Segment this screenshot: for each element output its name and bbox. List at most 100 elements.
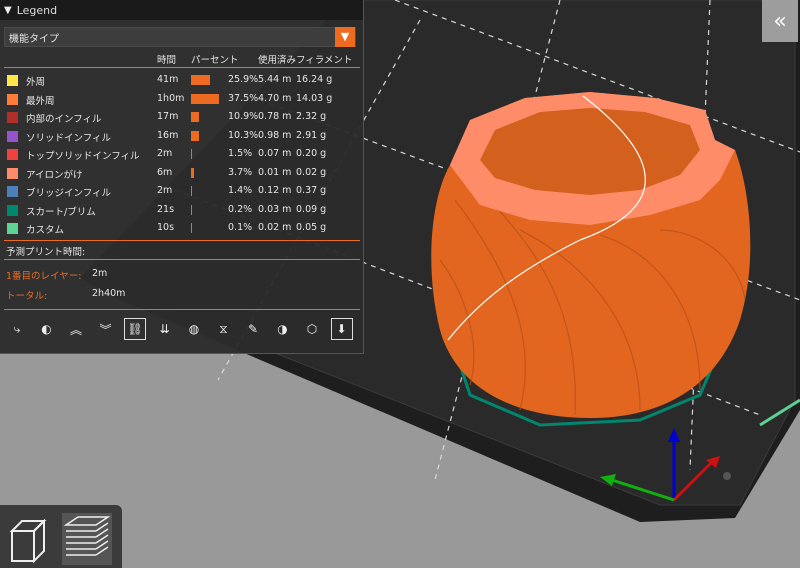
row-label: トップソリッドインフィル	[26, 151, 140, 162]
row-percent: 25.9%	[228, 74, 259, 85]
row-length: 4.70 m	[258, 92, 292, 104]
row-time: 21s	[157, 203, 175, 215]
row-time: 17m	[157, 111, 179, 122]
percent-bar	[191, 167, 194, 178]
tool-marker-icon[interactable]: ⬇	[330, 318, 353, 340]
row-length: 0.03 m	[258, 203, 292, 215]
row-label: カスタム	[26, 225, 65, 236]
header-divider	[4, 67, 360, 68]
row-label: ブリッジインフィル	[26, 188, 112, 199]
legend-row[interactable]: ブリッジインフィル 2m 1.4% 0.12 m 0.37 g	[0, 183, 363, 199]
legend-row[interactable]: カスタム 10s 0.1% 0.02 m 0.05 g	[0, 220, 363, 236]
row-time: 2m	[157, 148, 173, 159]
row-weight: 14.03 g	[296, 92, 333, 104]
legend-toolbar: ⤷ ◐ ︽ ︾ ⛓ ⇊ ◍ ⧖ ✎ ◑ ⬡ ⬇	[6, 318, 358, 344]
column-percent: パーセント	[191, 55, 239, 66]
row-weight: 0.02 g	[296, 166, 327, 178]
legend-title: Legend	[16, 3, 58, 17]
row-length: 0.98 m	[258, 129, 292, 141]
double-chevron-left-icon: «	[773, 8, 787, 34]
row-percent: 0.1%	[228, 222, 253, 233]
row-label: 外周	[26, 77, 46, 88]
percent-bar	[191, 204, 192, 215]
percent-bar	[191, 130, 199, 141]
row-time: 10s	[157, 222, 175, 233]
row-percent: 0.2%	[228, 203, 253, 215]
first-layer-value: 2m	[92, 268, 108, 279]
row-length: 0.02 m	[258, 222, 292, 233]
row-label: スカート/ブリム	[26, 206, 96, 218]
color-swatch	[7, 186, 18, 197]
legend-row[interactable]: アイロンがけ 6m 3.7% 0.01 m 0.02 g	[0, 165, 363, 181]
legend-row[interactable]: 内部のインフィル 17m 10.9% 0.78 m 2.32 g	[0, 109, 363, 125]
pause-icon[interactable]: ⧖	[213, 318, 235, 340]
percent-bar	[191, 223, 192, 233]
percent-bar	[191, 149, 193, 159]
color-swatch	[7, 223, 18, 234]
row-weight: 0.37 g	[296, 185, 327, 196]
estimate-title-divider	[4, 259, 360, 260]
shells-icon[interactable]: ⬡	[301, 318, 323, 340]
percent-bar	[191, 93, 219, 104]
center-of-gravity-icon[interactable]: ◑	[272, 318, 294, 340]
row-percent: 1.4%	[228, 185, 253, 196]
row-length: 0.07 m	[258, 148, 292, 159]
percent-bar	[191, 75, 211, 85]
wipe-icon[interactable]: ◐	[36, 318, 58, 340]
collapse-triangle-icon[interactable]: ▼	[4, 5, 12, 16]
row-length: 0.12 m	[258, 185, 292, 196]
chevron-down-icon[interactable]: ▼	[335, 27, 355, 47]
row-length: 5.44 m	[258, 74, 292, 85]
total-label: トータル:	[6, 291, 48, 302]
deretractions-icon[interactable]: ︾	[95, 318, 117, 340]
row-time: 6m	[157, 166, 173, 178]
row-weight: 2.91 g	[296, 129, 327, 141]
estimate-divider	[4, 240, 360, 241]
legend-header[interactable]: ▼ Legend	[0, 0, 363, 20]
layers-view-button[interactable]	[62, 513, 112, 565]
row-length: 0.01 m	[258, 166, 292, 178]
legend-row[interactable]: スカート/ブリム 21s 0.2% 0.03 m 0.09 g	[0, 202, 363, 218]
column-filament: 使用済みフィラメント	[258, 55, 353, 66]
custom-gcode-icon[interactable]: ✎	[242, 318, 264, 340]
legend-row[interactable]: 最外周 1h0m 37.5% 4.70 m 14.03 g	[0, 91, 363, 107]
row-label: 内部のインフィル	[26, 114, 102, 125]
color-swatch	[7, 149, 18, 160]
view-mode-buttons	[0, 505, 122, 568]
color-swatch	[7, 75, 18, 86]
retractions-icon[interactable]: ︽	[65, 318, 87, 340]
legend-panel: ▼ Legend 機能タイプ ▼ 時間 パーセント 使用済みフィラメント 外周 4…	[0, 0, 364, 354]
row-label: ソリッドインフィル	[26, 132, 112, 144]
row-weight: 0.20 g	[296, 148, 327, 159]
row-weight: 2.32 g	[296, 111, 327, 122]
bed-screw	[723, 472, 731, 480]
row-weight: 0.05 g	[296, 222, 327, 233]
row-percent: 3.7%	[228, 166, 253, 178]
row-time: 16m	[157, 129, 179, 141]
color-changes-icon[interactable]: ◍	[183, 318, 205, 340]
color-swatch	[7, 130, 18, 142]
percent-bar	[191, 186, 193, 196]
3d-view-button[interactable]	[4, 513, 54, 565]
row-percent: 1.5%	[228, 148, 253, 159]
view-type-select[interactable]: 機能タイプ ▼	[4, 27, 356, 47]
color-swatch	[7, 204, 18, 216]
view-type-value: 機能タイプ	[9, 33, 59, 45]
legend-row[interactable]: ソリッドインフィル 16m 10.3% 0.98 m 2.91 g	[0, 128, 363, 144]
travel-icon[interactable]: ⤷	[6, 318, 28, 340]
total-value: 2h40m	[92, 288, 126, 299]
color-swatch	[7, 167, 18, 179]
legend-row[interactable]: トップソリッドインフィル 2m 1.5% 0.07 m 0.20 g	[0, 146, 363, 162]
percent-bar	[191, 112, 200, 122]
legend-row[interactable]: 外周 41m 25.9% 5.44 m 16.24 g	[0, 72, 363, 88]
collapse-sidebar-button[interactable]: «	[762, 0, 798, 42]
legend-table-header: 時間 パーセント 使用済みフィラメント	[0, 52, 363, 66]
color-swatch	[7, 93, 18, 105]
row-weight: 16.24 g	[296, 74, 333, 85]
tool-changes-icon[interactable]: ⇊	[154, 318, 176, 340]
toolbar-divider	[4, 309, 360, 310]
seams-icon[interactable]: ⛓	[124, 318, 146, 340]
color-swatch	[7, 112, 18, 123]
row-percent: 10.9%	[228, 111, 259, 122]
row-percent: 37.5%	[228, 92, 259, 104]
